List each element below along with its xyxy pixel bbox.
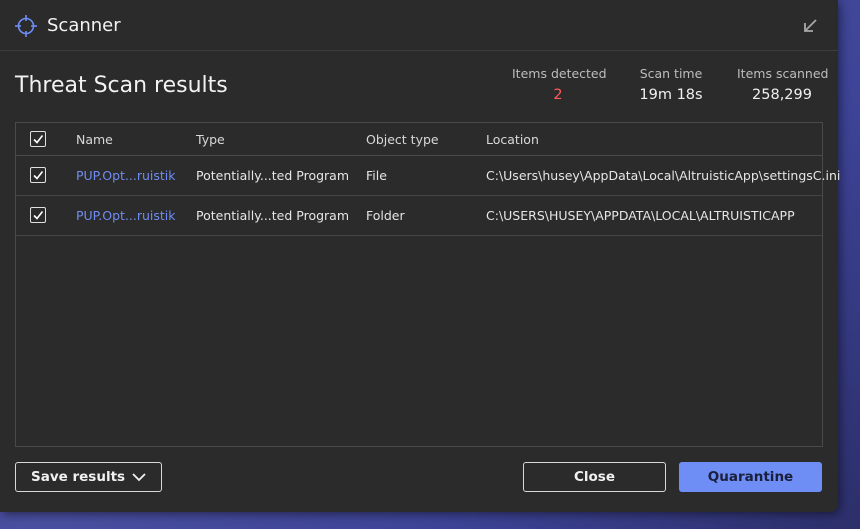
checkmark-icon	[33, 135, 44, 144]
stat-items-detected: Items detected 2	[512, 66, 607, 103]
checkmark-icon	[33, 211, 44, 220]
stat-label: Scan time	[639, 66, 703, 81]
table-row[interactable]: PUP.Opt...ruistik Potentially...ted Prog…	[16, 156, 840, 196]
row-checkbox[interactable]	[30, 167, 46, 183]
object-type: Folder	[366, 208, 405, 223]
window-title: Scanner	[47, 15, 121, 36]
chevron-down-icon	[132, 473, 146, 482]
stat-label: Items scanned	[737, 66, 829, 81]
column-header-name[interactable]: Name	[76, 132, 113, 147]
column-header-location[interactable]: Location	[486, 132, 539, 147]
results-table: Name Type Object type Location PUP.Opt..…	[15, 122, 840, 447]
table-row[interactable]: PUP.Opt...ruistik Potentially...ted Prog…	[16, 196, 822, 236]
crosshair-icon	[14, 14, 38, 38]
stat-value: 2	[553, 87, 563, 103]
arrow-down-left-icon	[804, 19, 817, 32]
threat-name-link[interactable]: PUP.Opt...ruistik	[76, 168, 176, 183]
column-header-type[interactable]: Type	[196, 132, 225, 147]
stat-label: Items detected	[512, 66, 607, 81]
stat-scan-time: Scan time 19m 18s	[631, 66, 711, 103]
checkmark-icon	[33, 171, 44, 180]
column-header-object-type[interactable]: Object type	[366, 132, 439, 147]
minimize-button[interactable]	[800, 16, 820, 36]
save-results-label: Save results	[31, 469, 126, 485]
threat-name-link[interactable]: PUP.Opt...ruistik	[76, 208, 176, 223]
table-header: Name Type Object type Location	[16, 123, 822, 156]
page-title: Threat Scan results	[15, 73, 228, 98]
threat-location: C:\USERS\HUSEY\APPDATA\LOCAL\ALTRUISTICA…	[486, 208, 795, 223]
threat-type: Potentially...ted Program	[196, 208, 350, 223]
object-type: File	[366, 168, 387, 183]
threat-type: Potentially...ted Program	[196, 168, 350, 183]
stat-value: 19m 18s	[639, 87, 703, 103]
title-bar: Scanner	[0, 0, 838, 51]
quarantine-button[interactable]: Quarantine	[679, 462, 822, 492]
close-button[interactable]: Close	[523, 462, 666, 492]
row-checkbox[interactable]	[30, 207, 46, 223]
threat-location: C:\Users\husey\AppData\Local\AltruisticA…	[486, 168, 841, 183]
scanner-window: Scanner Threat Scan results Items detect…	[0, 0, 840, 512]
stat-items-scanned: Items scanned 258,299	[737, 66, 829, 103]
select-all-checkbox[interactable]	[30, 131, 46, 147]
save-results-button[interactable]: Save results	[15, 462, 162, 492]
stat-value: 258,299	[752, 87, 812, 103]
